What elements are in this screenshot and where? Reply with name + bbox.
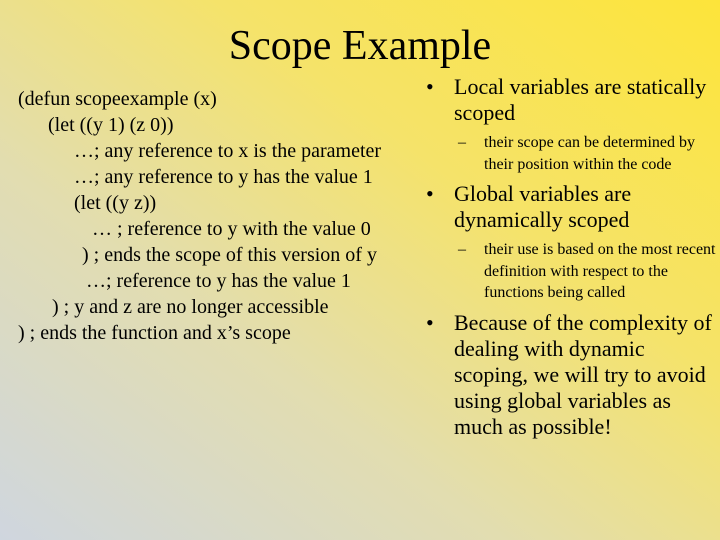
code-line: (let ((y 1) (z 0)) bbox=[48, 114, 174, 136]
code-line: (let ((y z)) bbox=[74, 192, 157, 214]
dash-icon: – bbox=[458, 241, 466, 258]
bullet-icon: • bbox=[426, 309, 434, 335]
code-line: …; any reference to y has the value 1 bbox=[74, 166, 373, 188]
sub-bullet-text: their scope can be determined by their p… bbox=[484, 134, 696, 173]
code-line: …; any reference to x is the parameter bbox=[74, 140, 382, 162]
bullet-text: Global variables are dynamically scoped bbox=[454, 181, 632, 232]
bullet-text: Local variables are statically scoped bbox=[454, 74, 707, 125]
code-line: ) ; ends the function and x’s scope bbox=[18, 322, 291, 344]
slide-title: Scope Example bbox=[228, 23, 492, 69]
bullet-icon: • bbox=[426, 74, 434, 99]
code-line: … ; reference to y with the value 0 bbox=[92, 218, 371, 240]
bullet-global-variables: • Global variables are dynamically scope… bbox=[426, 181, 716, 233]
bullet-local-variables: • Local variables are statically scoped bbox=[426, 74, 716, 126]
code-line: (defun scopeexample (x) bbox=[18, 88, 217, 110]
code-line: ) ; ends the scope of this version of y bbox=[82, 244, 377, 266]
sub-bullet-dynamic-scope: – their use is based on the most recent … bbox=[426, 239, 716, 304]
sub-bullet-text: their use is based on the most recent de… bbox=[484, 241, 716, 301]
bullet-icon: • bbox=[426, 181, 434, 206]
sub-bullet-static-scope: – their scope can be determined by their… bbox=[426, 132, 716, 175]
code-line: ) ; y and z are no longer accessible bbox=[52, 296, 329, 318]
code-line: …; reference to y has the value 1 bbox=[86, 270, 351, 292]
dash-icon: – bbox=[458, 134, 466, 151]
bullet-text: Because of the complexity of dealing wit… bbox=[454, 309, 712, 439]
bullet-avoid-globals: • Because of the complexity of dealing w… bbox=[426, 310, 716, 440]
bullet-list: • Local variables are statically scoped … bbox=[426, 74, 716, 440]
